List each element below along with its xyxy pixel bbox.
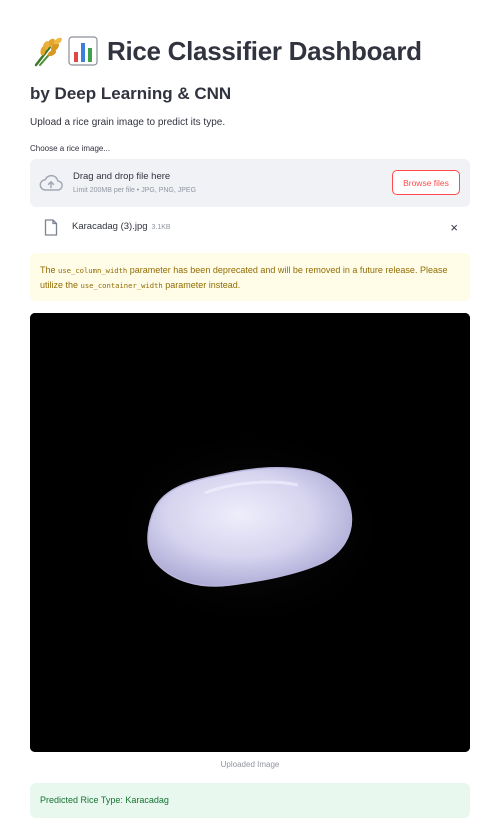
prediction-result: Predicted Rice Type: Karacadag: [30, 783, 470, 818]
uploaded-file-name: Karacadag (3).jpg 3.1KB: [72, 221, 171, 232]
cloud-upload-icon: [39, 174, 63, 191]
warning-text-post: parameter instead.: [162, 280, 241, 290]
dropzone-limit: Limit 200MB per file • JPG, PNG, JPEG: [73, 187, 197, 194]
uploaded-image: [30, 313, 470, 752]
remove-file-button[interactable]: ×: [450, 219, 458, 236]
rice-sheaf-icon: [34, 37, 62, 67]
uploader-label: Choose a rice image...: [30, 144, 111, 153]
file-size: 3.1KB: [151, 224, 171, 231]
page-title-row: Rice Classifier Dashboard: [30, 33, 422, 69]
bar-chart-icon: [68, 36, 98, 66]
dropzone-instruction: Drag and drop file here: [73, 171, 171, 182]
warning-code-column: use_column_width: [58, 266, 128, 275]
page-subtitle: by Deep Learning & CNN: [30, 84, 232, 103]
warning-code-container: use_container_width: [80, 281, 163, 290]
deprecation-warning: The use_column_width parameter has been …: [30, 253, 470, 301]
browse-files-button[interactable]: Browse files: [392, 170, 460, 195]
image-caption: Uploaded Image: [220, 760, 280, 769]
rice-grain-photo: [30, 313, 470, 752]
page-title: Rice Classifier Dashboard: [107, 35, 422, 66]
uploaded-file-row: Karacadag (3).jpg 3.1KB ×: [30, 216, 470, 240]
file-icon: [44, 219, 58, 236]
file-dropzone[interactable]: Drag and drop file here Limit 200MB per …: [30, 159, 470, 207]
file-name-text: Karacadag (3).jpg: [72, 221, 148, 232]
warning-text-pre: The: [40, 265, 59, 275]
page-description: Upload a rice grain image to predict its…: [30, 117, 226, 128]
